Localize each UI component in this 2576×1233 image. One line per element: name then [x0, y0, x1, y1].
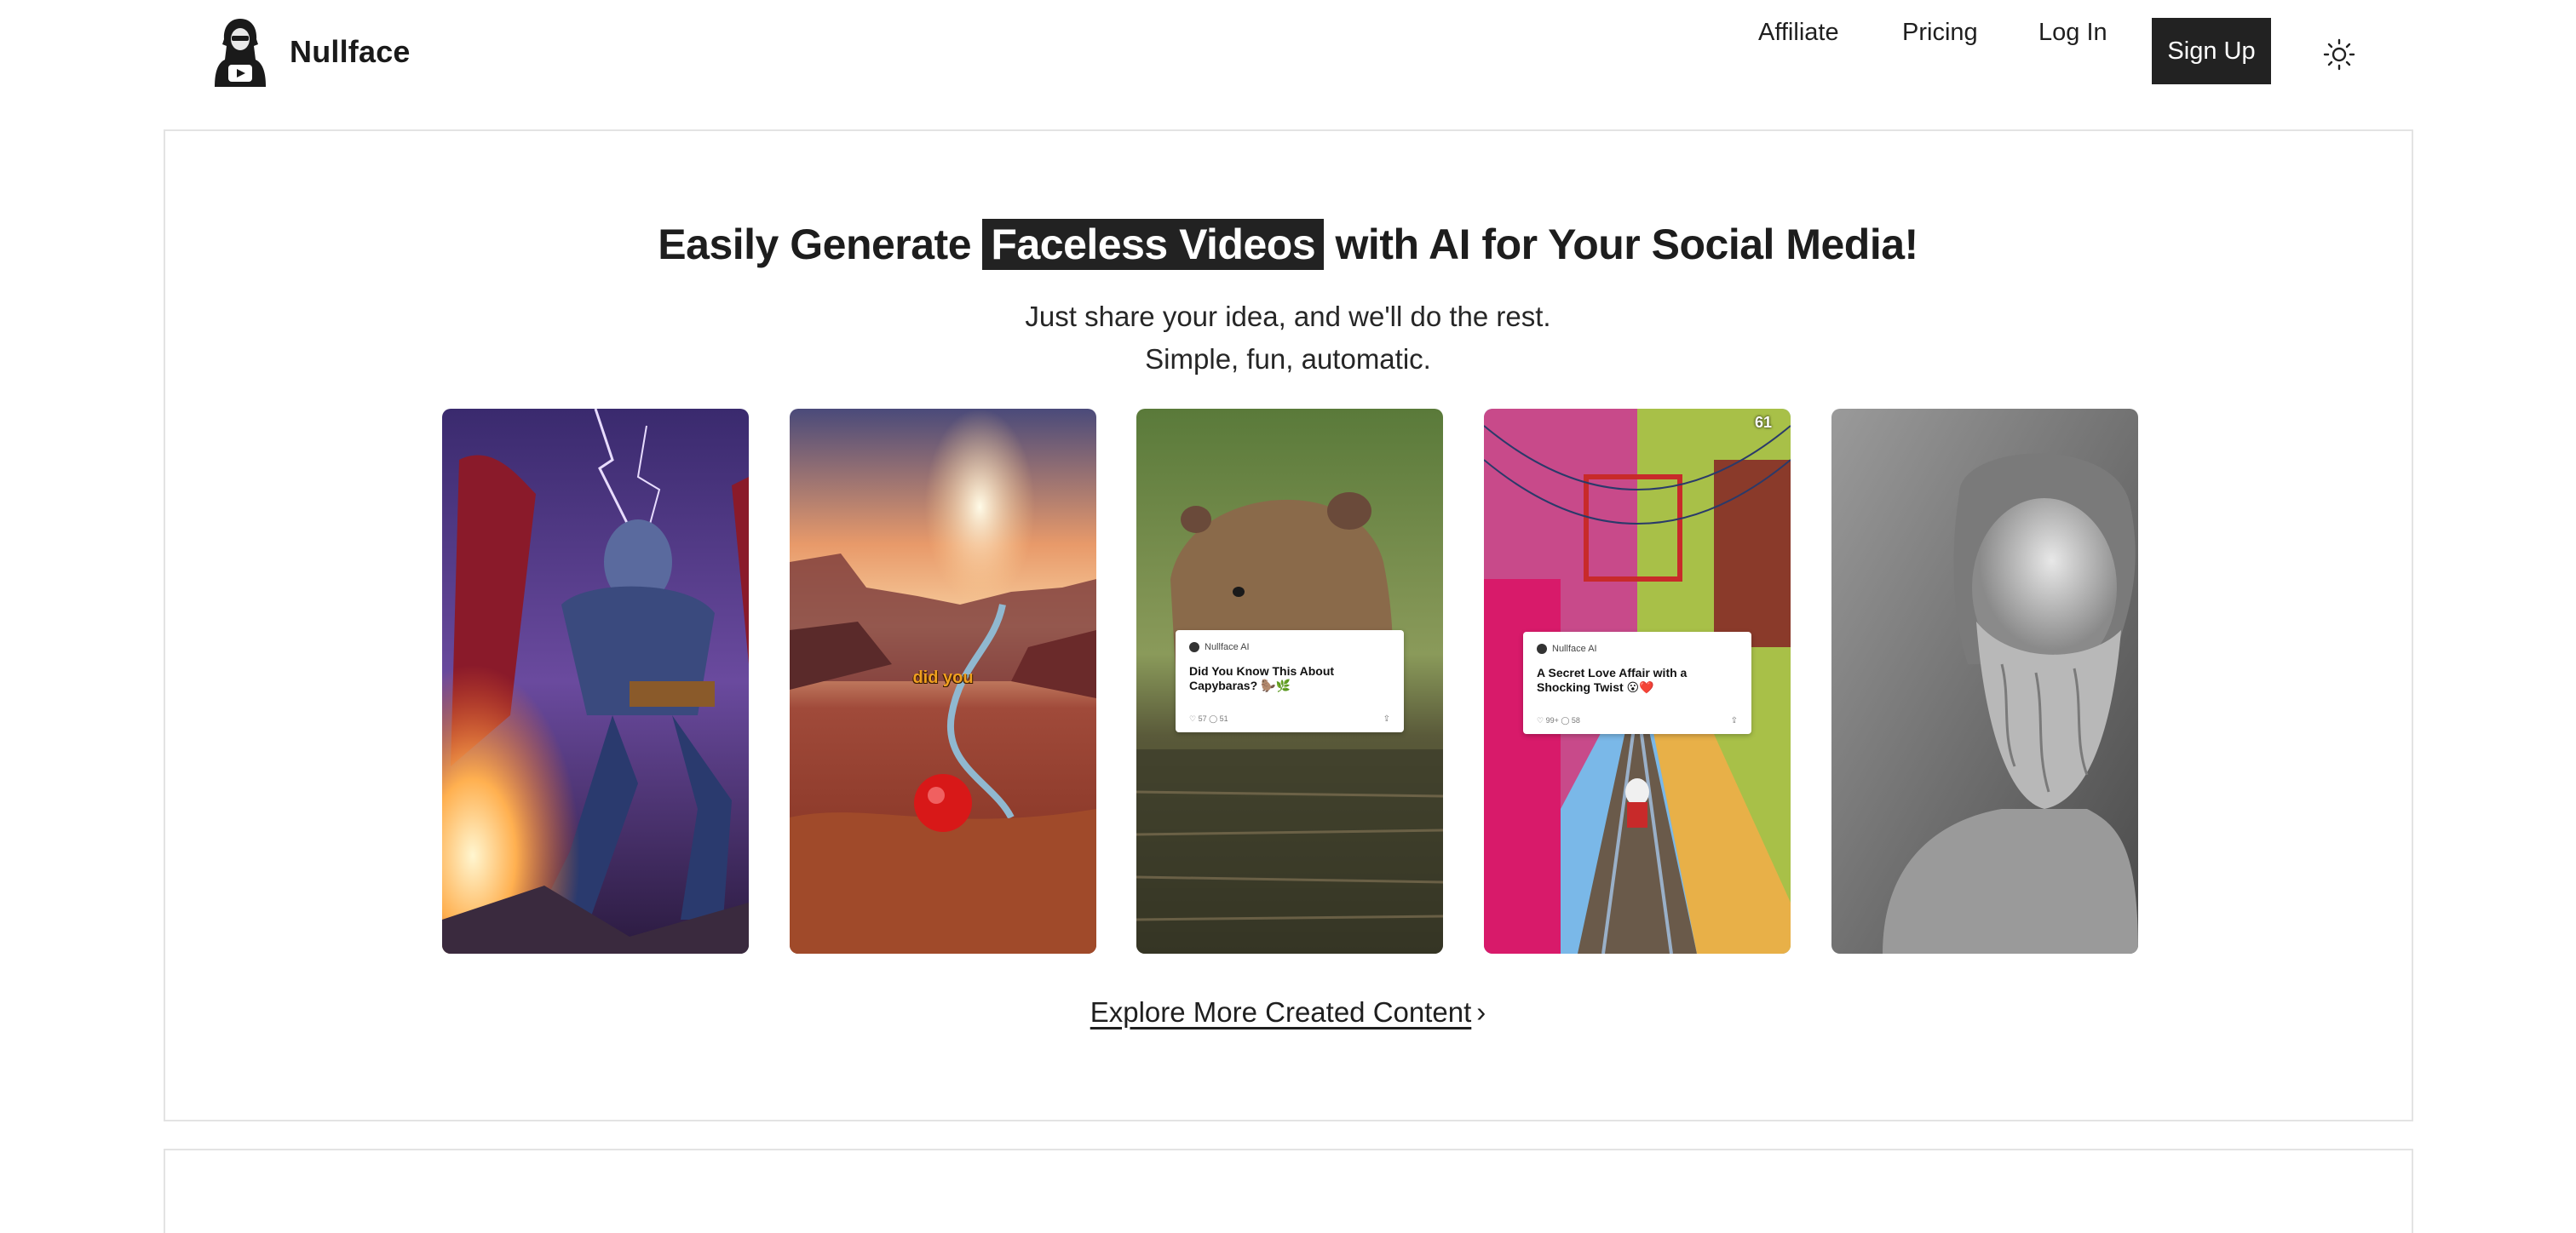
post-card-overlay: Nullface AI A Secret Love Affair with a … [1523, 632, 1751, 734]
post-card-brand: Nullface AI [1205, 642, 1250, 652]
chevron-right-icon[interactable]: › [1476, 996, 1486, 1028]
explore-more-link[interactable]: Explore More Created Content [1090, 996, 1472, 1028]
video-caption: did you [912, 668, 974, 687]
video-thumbnail-desert[interactable]: did you [790, 409, 1096, 954]
avatar-icon [1189, 642, 1199, 652]
explore-section: Explore More Created Content › [0, 996, 2576, 1029]
video-thumbnail-runner-game[interactable]: 61 Nullface AI A Secret Love Affair with… [1484, 409, 1791, 954]
video-thumbnail-superhero[interactable] [442, 409, 749, 954]
nav-login-link[interactable]: Log In [2038, 19, 2107, 47]
avatar-icon [1537, 644, 1547, 654]
hero-title: Easily Generate Faceless Videos with AI … [0, 219, 2576, 270]
brand-home-link[interactable]: Nullface [210, 14, 411, 90]
hero-subtitle-line2: Simple, fun, automatic. [1145, 343, 1431, 375]
hero-title-before: Easily Generate [658, 221, 983, 268]
post-card-overlay: Nullface AI Did You Know This About Capy… [1176, 630, 1404, 732]
post-card-meta: ♡ 99+ ◯ 58 [1537, 716, 1580, 725]
post-card-brand: Nullface AI [1552, 644, 1597, 654]
post-card-title: A Secret Love Affair with a Shocking Twi… [1537, 666, 1688, 694]
superhero-image [442, 409, 749, 954]
hero-title-after: with AI for Your Social Media! [1324, 221, 1919, 268]
sun-icon[interactable] [2322, 37, 2356, 72]
post-card-meta: ♡ 57 ◯ 51 [1189, 714, 1228, 723]
marble-bust-image [1831, 409, 2138, 954]
site-header: Nullface Affiliate Pricing Log In Sign U… [0, 0, 2576, 106]
features-card [164, 1149, 2413, 1233]
explore-more-label: Explore More Created Content [1090, 996, 1472, 1028]
brand-name: Nullface [290, 34, 411, 69]
signup-button[interactable]: Sign Up [2152, 18, 2271, 84]
video-thumbnail-capybara[interactable]: Nullface AI Did You Know This About Capy… [1136, 409, 1443, 954]
coin-counter: 61 [1754, 414, 1772, 431]
share-icon: ⇪ [1383, 714, 1390, 724]
hooded-figure-logo-icon [215, 19, 266, 87]
video-thumbnail-marble-bust[interactable] [1831, 409, 2138, 954]
hero-subtitle-line1: Just share your idea, and we'll do the r… [1025, 301, 1551, 332]
post-card-title: Did You Know This About Capybaras? 🦫🌿 [1189, 664, 1335, 692]
nav-pricing-link[interactable]: Pricing [1902, 19, 1978, 47]
share-icon: ⇪ [1730, 716, 1738, 725]
nav-affiliate-link[interactable]: Affiliate [1758, 19, 1839, 47]
hero-title-highlight: Faceless Videos [982, 219, 1325, 270]
